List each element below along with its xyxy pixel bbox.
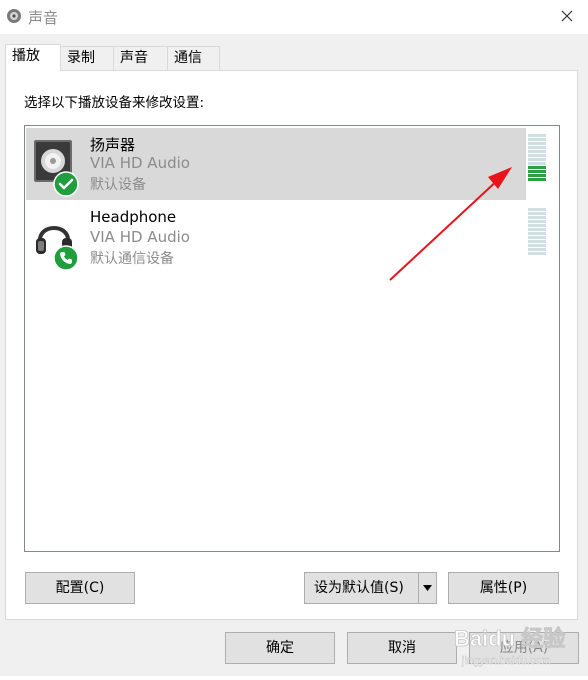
meter-segment xyxy=(528,170,546,173)
meter-segment xyxy=(528,134,546,137)
meter-segment xyxy=(528,244,546,247)
meter-segment xyxy=(528,248,546,251)
device-driver: VIA HD Audio xyxy=(90,228,190,246)
device-item-headphone[interactable]: Headphone VIA HD Audio 默认通信设备 xyxy=(26,202,526,274)
meter-segment xyxy=(528,228,546,231)
tab-communications[interactable]: 通信 xyxy=(167,46,220,70)
checkmark-icon xyxy=(53,171,79,197)
device-item-speakers[interactable]: 扬声器 VIA HD Audio 默认设备 xyxy=(26,128,526,200)
device-status: 默认设备 xyxy=(90,177,146,193)
tab-playback[interactable]: 播放 xyxy=(5,44,61,71)
device-name: 扬声器 xyxy=(90,136,136,154)
meter-segment xyxy=(528,220,546,223)
set-default-label: 设为默认值(S) xyxy=(314,580,404,596)
meter-segment xyxy=(528,224,546,227)
meter-segment xyxy=(528,240,546,243)
close-button[interactable] xyxy=(552,3,582,29)
speaker-knob-icon xyxy=(7,9,21,23)
meter-segment xyxy=(528,178,546,181)
meter-segment xyxy=(528,142,546,145)
title-bar: 声音 xyxy=(0,0,588,34)
device-status: 默认通信设备 xyxy=(90,251,174,267)
meter-segment xyxy=(528,232,546,235)
ok-button[interactable]: 确定 xyxy=(225,632,335,664)
tab-label: 声音 xyxy=(120,50,148,66)
meter-segment xyxy=(528,236,546,239)
meter-segment xyxy=(528,146,546,149)
device-name: Headphone xyxy=(90,208,177,226)
tab-label: 播放 xyxy=(12,48,40,64)
chevron-down-icon xyxy=(423,585,432,591)
meter-segment xyxy=(528,138,546,141)
cancel-button[interactable]: 取消 xyxy=(347,632,457,664)
tab-sounds[interactable]: 声音 xyxy=(113,46,168,70)
instruction-text: 选择以下播放设备来修改设置: xyxy=(24,95,205,111)
meter-segment xyxy=(528,174,546,177)
meter-segment xyxy=(528,150,546,153)
configure-button[interactable]: 配置(C) xyxy=(25,572,135,604)
volume-meter-headphone xyxy=(528,208,546,256)
meter-segment xyxy=(528,158,546,161)
tab-label: 录制 xyxy=(67,50,95,66)
device-driver: VIA HD Audio xyxy=(90,154,190,172)
meter-segment xyxy=(528,216,546,219)
meter-segment xyxy=(528,166,546,169)
apply-button[interactable]: 应用(A) xyxy=(469,632,579,664)
meter-segment xyxy=(528,154,546,157)
meter-segment xyxy=(528,252,546,255)
window-title: 声音 xyxy=(28,9,59,27)
meter-segment xyxy=(528,208,546,211)
playback-tab-page: 选择以下播放设备来修改设置: 扬声器 VIA HD Audio 默认设备 Hea… xyxy=(5,70,578,620)
meter-segment xyxy=(528,162,546,165)
device-list[interactable]: 扬声器 VIA HD Audio 默认设备 Headphone VIA HD A… xyxy=(24,125,560,552)
properties-button[interactable]: 属性(P) xyxy=(448,572,559,604)
phone-icon xyxy=(53,245,79,271)
set-default-button[interactable]: 设为默认值(S) xyxy=(304,572,437,604)
set-default-dropdown[interactable] xyxy=(418,573,436,603)
tab-recording[interactable]: 录制 xyxy=(60,46,114,70)
volume-meter-speakers xyxy=(528,134,546,182)
sound-dialog: 播放 录制 声音 通信 选择以下播放设备来修改设置: 扬声器 VIA HD Au… xyxy=(0,34,588,676)
meter-segment xyxy=(528,212,546,215)
tab-label: 通信 xyxy=(174,50,202,66)
close-icon xyxy=(561,10,573,22)
